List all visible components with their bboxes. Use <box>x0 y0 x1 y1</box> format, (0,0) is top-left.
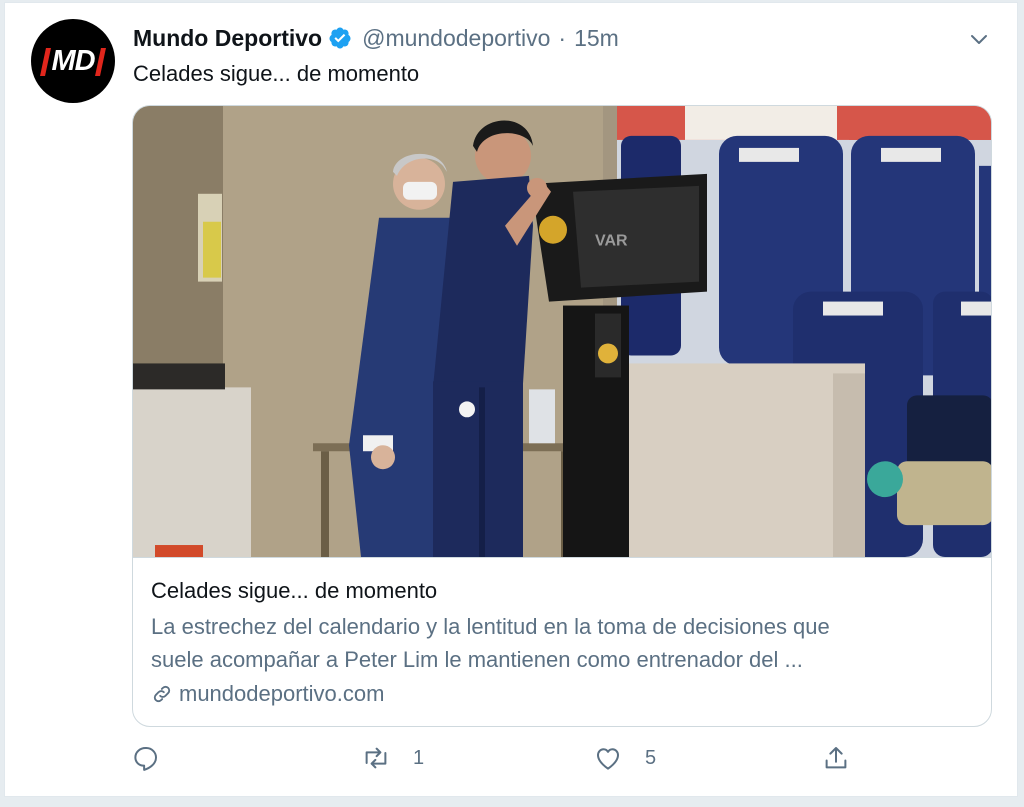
heart-icon <box>597 748 619 770</box>
link-icon <box>153 685 171 703</box>
chevron-down-icon[interactable] <box>967 27 991 51</box>
retweet-icon <box>365 747 387 769</box>
retweet-button[interactable]: 1 <box>361 743 424 773</box>
reply-button[interactable] <box>131 743 161 773</box>
tweet-text: Celades sigue... de momento <box>133 61 420 86</box>
link-card[interactable]: VAR Celades sigue... de momento La estre… <box>132 105 992 727</box>
tweet-actions: 1 5 <box>131 743 871 783</box>
tweet-header: Mundo Deportivo @mundodeportivo · 15m <box>133 23 619 53</box>
like-count: 5 <box>645 746 657 769</box>
card-title: Celades sigue... de momento <box>151 578 438 603</box>
card-description-line: La estrechez del calendario y la lentitu… <box>151 614 830 639</box>
share-icon <box>825 747 847 769</box>
tweet[interactable]: MD Mundo Deportivo @mundodeportivo · 15m… <box>4 2 1018 797</box>
verified-badge-icon <box>329 27 351 49</box>
card-description-line: suele acompañar a Peter Lim le mantienen… <box>151 647 803 672</box>
like-button[interactable]: 5 <box>593 743 656 773</box>
share-button[interactable] <box>821 743 851 773</box>
card-domain-text: mundodeportivo.com <box>179 681 385 706</box>
card-photo[interactable]: VAR <box>133 106 992 558</box>
retweet-count: 1 <box>413 746 425 769</box>
display-name[interactable]: Mundo Deportivo <box>133 25 322 52</box>
card-body: Celades sigue... de momento La estrechez… <box>151 576 973 710</box>
handle[interactable]: @mundodeportivo <box>362 25 550 52</box>
svg-text:VAR: VAR <box>595 233 628 250</box>
card-domain: mundodeportivo.com <box>151 678 973 710</box>
card-description: La estrechez del calendario y la lentitu… <box>151 610 973 676</box>
reply-icon <box>134 747 157 771</box>
timestamp[interactable]: 15m <box>574 25 619 52</box>
separator-dot: · <box>558 24 567 51</box>
avatar[interactable]: MD <box>31 19 115 103</box>
mundo-deportivo-logo: MD <box>40 45 106 78</box>
